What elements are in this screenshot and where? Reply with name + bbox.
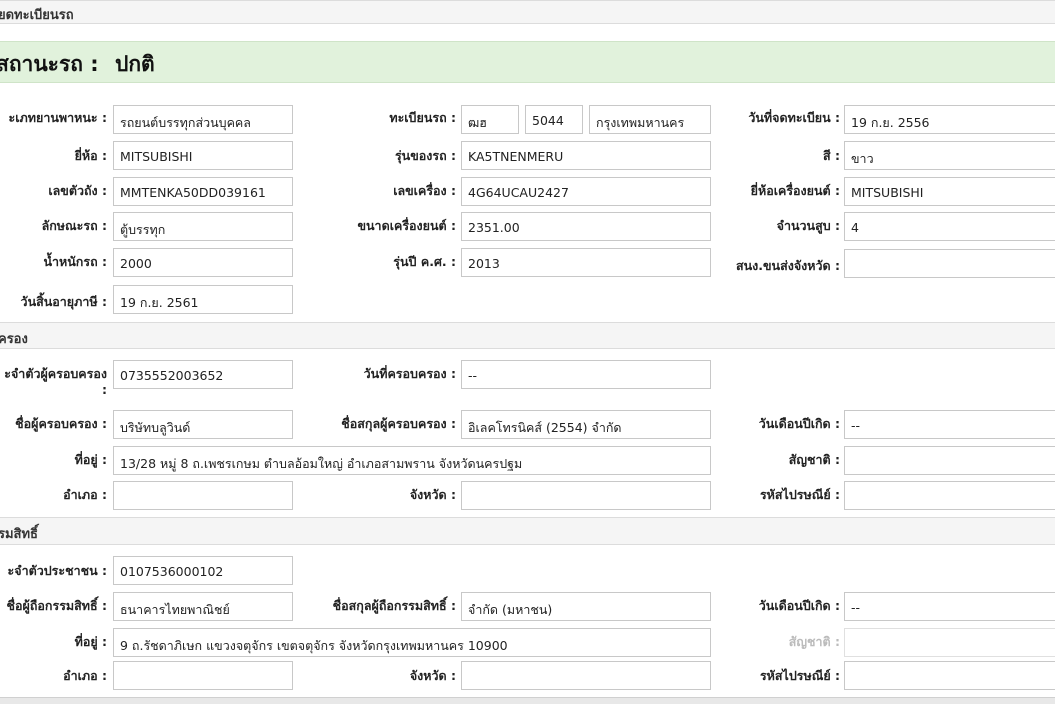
owner-district-field[interactable] <box>113 661 293 690</box>
owner-address-field[interactable]: 9 ถ.รัชดาภิเษก แขวงจตุจักร เขตจตุจักร จั… <box>113 628 711 657</box>
status-label: สถานะรถ : <box>0 52 99 76</box>
possessor-postcode-label: รหัสไปรษณีย์ : <box>759 487 840 502</box>
body-field[interactable]: ตู้บรรทุก <box>113 212 293 241</box>
weight-label: น้ำหนักรถ : <box>43 254 107 269</box>
owner-name-field[interactable]: ธนาคารไทยพาณิชย์ <box>113 592 293 621</box>
transport-office-label: สนง.ขนส่งจังหวัด : <box>735 258 840 273</box>
model-label: รุ่นของรถ : <box>394 148 456 163</box>
possessor-name-field[interactable]: บริษัทบลูวินด์ <box>113 410 293 439</box>
engine-brand-label: ยี่ห้อเครื่องยนต์ : <box>750 183 840 198</box>
body-label: ลักษณะรถ : <box>41 218 107 233</box>
possessor-province-field[interactable] <box>461 481 711 510</box>
owner-address-label: ที่อยู่ : <box>74 634 107 649</box>
owner-nationality-field[interactable] <box>844 628 1055 657</box>
possessor-birth-field[interactable]: -- <box>844 410 1055 439</box>
owner-postcode-label: รหัสไปรษณีย์ : <box>759 668 840 683</box>
weight-field[interactable]: 2000 <box>113 248 293 277</box>
owner-id-field[interactable]: 0107536000102 <box>113 556 293 585</box>
owner-surname-label: ชื่อสกุลผู้ถือกรรมสิทธิ์ : <box>332 598 456 613</box>
possessor-id-label-colon: : <box>102 382 107 397</box>
plate-province-field[interactable]: กรุงเทพมหานคร <box>589 105 711 134</box>
owner-section-title: รมสิทธิ์ <box>0 527 38 542</box>
possession-date-label: วันที่ครอบครอง : <box>363 366 456 381</box>
tax-expiry-field[interactable]: 19 ก.ย. 2561 <box>113 285 293 314</box>
status-value: ปกติ <box>115 52 155 76</box>
color-label: สี : <box>823 148 840 163</box>
owner-birth-label: วันเดือนปีเกิด : <box>758 598 840 613</box>
engine-field[interactable]: 4G64UCAU2427 <box>461 177 711 206</box>
owner-province-label: จังหวัด : <box>409 668 456 683</box>
status-banner: สถานะรถ : ปกติ <box>0 41 1055 83</box>
reg-date-label: วันที่จดทะเบียน : <box>748 110 840 125</box>
possessor-birth-label: วันเดือนปีเกิด : <box>758 416 840 431</box>
possessor-district-field[interactable] <box>113 481 293 510</box>
model-year-field[interactable]: 2013 <box>461 248 711 277</box>
possession-date-field[interactable]: -- <box>461 360 711 389</box>
transport-office-field[interactable] <box>844 249 1055 278</box>
possessor-id-label: ะจำตัวผู้ครอบครอง <box>4 366 107 381</box>
brand-field[interactable]: MITSUBISHI <box>113 141 293 170</box>
owner-province-field[interactable] <box>461 661 711 690</box>
tax-expiry-label: วันสิ้นอายุภาษี : <box>20 294 107 309</box>
possessor-nationality-label: สัญชาติ : <box>788 452 840 467</box>
possessor-province-label: จังหวัด : <box>409 487 456 502</box>
owner-birth-field[interactable]: -- <box>844 592 1055 621</box>
vehicle-type-field[interactable]: รถยนต์บรรทุกส่วนบุคคล <box>113 105 293 134</box>
engine-brand-field[interactable]: MITSUBISHI <box>844 177 1055 206</box>
possessor-section-title: ครอง <box>0 332 28 347</box>
owner-name-label: ชื่อผู้ถือกรรมสิทธิ์ : <box>6 598 107 613</box>
owner-postcode-field[interactable] <box>844 661 1055 690</box>
owner-section-header: รมสิทธิ์ <box>0 517 1055 545</box>
possessor-postcode-field[interactable] <box>844 481 1055 510</box>
owner-district-label: อำเภอ : <box>63 668 107 683</box>
possessor-address-label: ที่อยู่ : <box>74 452 107 467</box>
chassis-label: เลขตัวถัง : <box>48 183 107 198</box>
possessor-surname-label: ชื่อสกุลผู้ครอบครอง : <box>341 416 456 431</box>
plate-label: ทะเบียนรถ : <box>389 110 456 125</box>
vehicle-type-label: ะเภทยานพาหนะ : <box>8 110 107 125</box>
possessor-name-label: ชื่อผู้ครอบครอง : <box>15 416 107 431</box>
possessor-address-field[interactable]: 13/28 หมู่ 8 ถ.เพชรเกษม ตำบลอ้อมใหญ่ อำเ… <box>113 446 711 475</box>
cylinders-label: จำนวนสูบ : <box>776 218 840 233</box>
engine-label: เลขเครื่อง : <box>393 183 456 198</box>
vehicle-section-title: ียดทะเบียนรถ <box>0 8 74 23</box>
model-field[interactable]: KA5TNENMERU <box>461 141 711 170</box>
owner-id-label: ะจำตัวประชาชน : <box>7 563 107 578</box>
possessor-surname-field[interactable]: อิเลคโทรนิคส์ (2554) จำกัด <box>461 410 711 439</box>
possessor-id-field[interactable]: 0735552003652 <box>113 360 293 389</box>
vehicle-section-header: ียดทะเบียนรถ <box>0 0 1055 24</box>
color-field[interactable]: ขาว <box>844 141 1055 170</box>
owner-nationality-label: สัญชาติ : <box>788 634 840 649</box>
engine-size-label: ขนาดเครื่องยนต์ : <box>357 218 456 233</box>
cylinders-field[interactable]: 4 <box>844 212 1055 241</box>
plate-prefix-field[interactable]: ฒฮ <box>461 105 519 134</box>
brand-label: ยี่ห้อ : <box>74 148 107 163</box>
possessor-section-header: ครอง <box>0 322 1055 349</box>
possessor-nationality-field[interactable] <box>844 446 1055 475</box>
reg-date-field[interactable]: 19 ก.ย. 2556 <box>844 105 1055 134</box>
chassis-field[interactable]: MMTENKA50DD039161 <box>113 177 293 206</box>
owner-surname-field[interactable]: จำกัด (มหาชน) <box>461 592 711 621</box>
plate-number-field[interactable]: 5044 <box>525 105 583 134</box>
possessor-district-label: อำเภอ : <box>63 487 107 502</box>
model-year-label: รุ่นปี ค.ศ. : <box>393 254 456 269</box>
engine-size-field[interactable]: 2351.00 <box>461 212 711 241</box>
